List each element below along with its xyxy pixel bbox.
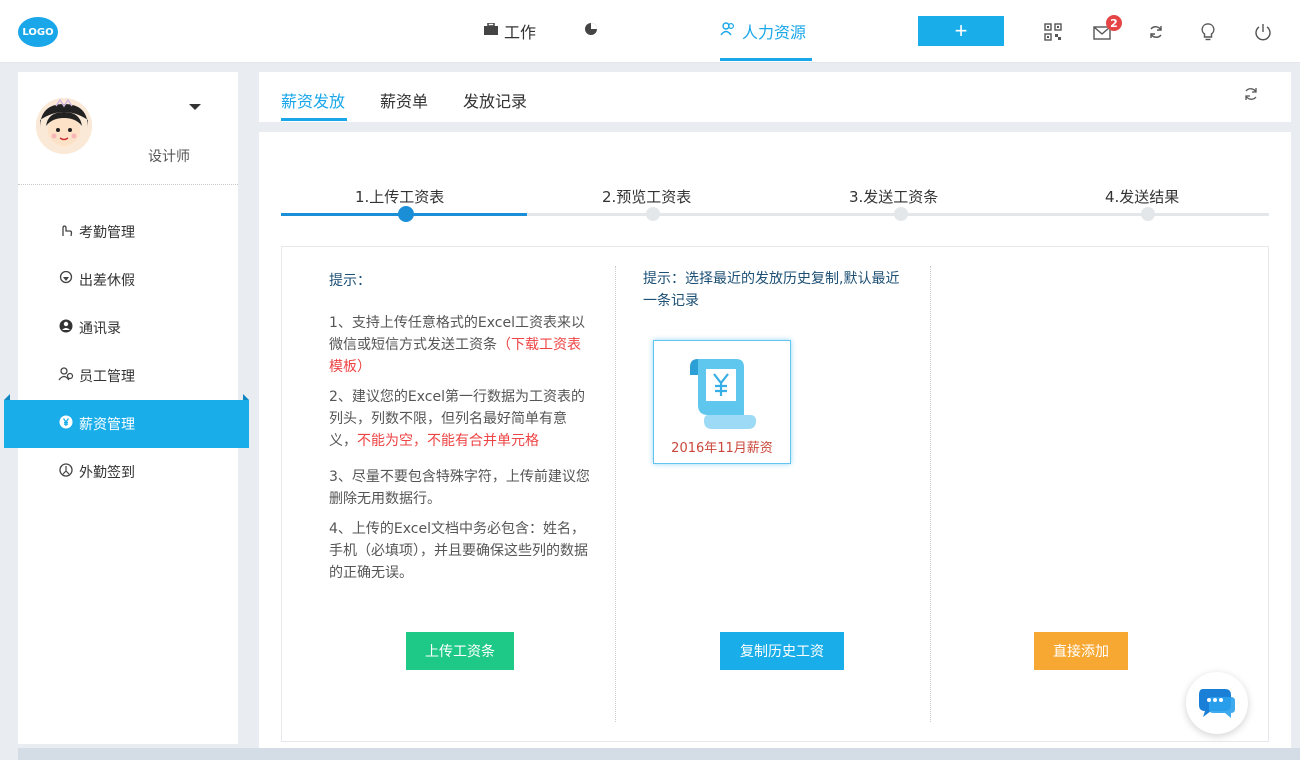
nav-active-underline <box>720 58 812 61</box>
location-icon <box>58 270 74 289</box>
step-1-label: 1.上传工资表 <box>355 188 445 206</box>
sidebar-item-salary[interactable]: 薪资管理 <box>58 414 135 434</box>
upload-tip-1: 1、支持上传任意格式的Excel工资表来以微信或短信方式发送工资条（下载工资表模… <box>329 315 585 375</box>
history-salary-card[interactable]: 2016年11月薪资 <box>653 340 791 464</box>
history-card-label: 2016年11月薪资 <box>671 441 773 456</box>
user-menu-caret[interactable] <box>189 104 201 110</box>
refresh-icon[interactable] <box>1145 21 1167 43</box>
sidebar-item-staff[interactable]: 员工管理 <box>58 366 135 386</box>
salary-scroll-icon <box>690 359 756 429</box>
upload-tip-3: 3、尽量不要包含特殊字符，上传前建议您删除无用数据行。 <box>329 469 590 507</box>
add-directly-button[interactable]: 直接添加 <box>1034 632 1128 670</box>
contact-icon <box>58 319 74 337</box>
lightbulb-icon[interactable] <box>1197 21 1219 43</box>
sidebar-item-contacts[interactable]: 通讯录 <box>58 318 121 338</box>
main-content: 1.上传工资表 2.预览工资表 3.发送工资条 4.发送结果 提示： 1、支持上… <box>259 132 1291 760</box>
step-4-label: 4.发送结果 <box>1105 188 1180 206</box>
step-4-dot <box>1141 207 1155 221</box>
nav-hr[interactable]: 人力资源 <box>720 0 806 62</box>
sidebar-item-checkin[interactable]: 外勤签到 <box>58 462 135 482</box>
sidebar-item-attendance[interactable]: 考勤管理 <box>58 222 135 242</box>
step-1-dot <box>398 206 414 222</box>
tab-payout-history[interactable]: 发放记录 <box>463 88 527 112</box>
power-icon[interactable] <box>1252 21 1274 43</box>
column-divider <box>615 266 616 722</box>
qrcode-icon[interactable] <box>1042 21 1064 43</box>
step-3-dot <box>894 207 908 221</box>
checkin-icon <box>58 463 74 481</box>
refresh-icon[interactable] <box>1243 86 1259 106</box>
step-3-label: 3.发送工资条 <box>849 188 939 206</box>
upload-tips-title: 提示： <box>329 273 371 289</box>
user-role: 设计师 <box>148 149 190 165</box>
mail-badge: 2 <box>1106 15 1122 31</box>
staff-icon <box>58 367 74 385</box>
tab-bar: 薪资发放 薪资单 发放记录 <box>259 72 1291 122</box>
chat-bubble-icon <box>1199 689 1235 718</box>
top-bar: LOGO 工作 人力资源 + 2 <box>0 0 1300 63</box>
nav-work[interactable]: 工作 <box>484 0 536 62</box>
step-2-label: 2.预览工资表 <box>602 188 692 206</box>
add-button[interactable]: + <box>918 16 1004 46</box>
pie-chart-icon <box>584 22 598 40</box>
avatar[interactable] <box>36 98 92 154</box>
tab-salary-payout[interactable]: 薪资发放 <box>281 88 345 112</box>
sidebar-item-leave[interactable]: 出差休假 <box>58 270 135 290</box>
nav-stats[interactable] <box>584 0 604 62</box>
briefcase-icon <box>484 22 498 39</box>
people-icon <box>720 22 736 40</box>
chat-button[interactable] <box>1186 672 1248 734</box>
upload-payslip-button[interactable]: 上传工资条 <box>406 632 514 670</box>
history-tip: 提示：选择最近的发放历史复制,默认最近一条记录 <box>643 271 900 309</box>
tab-payslip[interactable]: 薪资单 <box>380 88 428 112</box>
upload-tip-2: 2、建议您的Excel第一行数据为工资表的列头，列数不限，但列名最好简单有意义，… <box>329 389 585 449</box>
bottom-status-strip <box>18 748 1300 760</box>
upload-tip-4: 4、上传的Excel文档中务必包含：姓名，手机（必填项），并且要确保这些列的数据… <box>329 521 588 581</box>
step-2-dot <box>646 207 660 221</box>
copy-history-salary-button[interactable]: 复制历史工资 <box>720 632 844 670</box>
yen-icon <box>58 415 74 433</box>
hand-icon <box>58 223 74 241</box>
tab-active-underline <box>281 118 347 121</box>
column-divider <box>930 266 931 722</box>
sidebar-divider <box>18 184 238 185</box>
logo[interactable]: LOGO <box>18 17 58 47</box>
